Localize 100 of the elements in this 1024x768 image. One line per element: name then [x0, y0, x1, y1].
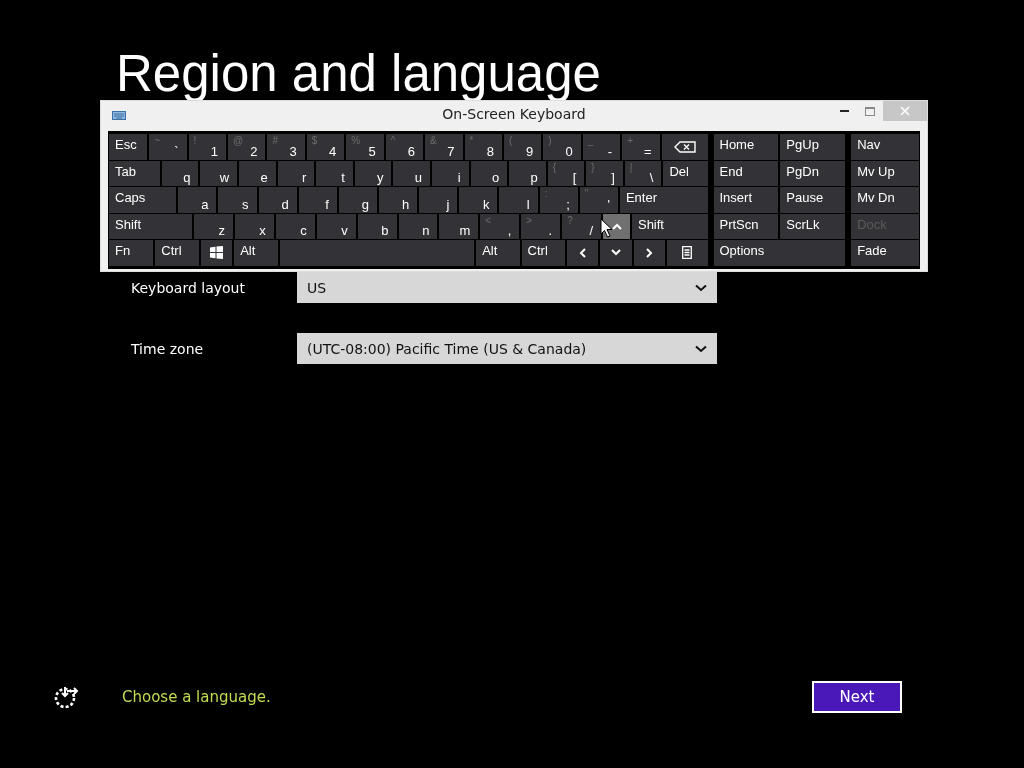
key[interactable]: ( 9 — [503, 134, 542, 160]
key[interactable]: t — [316, 160, 353, 186]
key[interactable]: : ; — [539, 187, 578, 213]
key[interactable] — [567, 240, 599, 266]
key[interactable]: End — [713, 160, 779, 186]
shift-symbol: ! — [193, 135, 197, 146]
key[interactable] — [600, 240, 632, 266]
shift-symbol: @ — [232, 135, 244, 146]
key[interactable]: Mv Dn — [851, 187, 919, 213]
key[interactable]: a — [178, 187, 217, 213]
key[interactable] — [667, 240, 708, 266]
shift-symbol: ^ — [390, 135, 396, 146]
key[interactable]: ) 0 — [543, 134, 581, 160]
dropdown[interactable]: US — [297, 272, 717, 303]
key[interactable]: Fn — [109, 240, 154, 266]
key[interactable]: Ctrl — [155, 240, 199, 266]
key[interactable]: ! 1 — [188, 134, 226, 160]
key[interactable]: u — [393, 160, 430, 186]
page-title: Region and language — [116, 46, 601, 103]
key[interactable]: Options — [713, 240, 846, 266]
key[interactable]: PgDn — [780, 160, 846, 186]
shift-symbol: } — [591, 161, 595, 173]
key[interactable]: { [ — [547, 160, 585, 186]
key[interactable]: ^ 6 — [385, 134, 424, 160]
key[interactable]: Pause — [780, 187, 846, 213]
key[interactable]: x — [234, 213, 274, 239]
key[interactable]: f — [298, 187, 337, 213]
key[interactable]: } ] — [586, 160, 623, 186]
keyboard-icon — [112, 110, 126, 120]
key[interactable]: > . — [521, 213, 561, 239]
key[interactable]: Fade — [851, 240, 919, 266]
key[interactable]: Del — [663, 160, 708, 186]
key[interactable]: y — [354, 160, 392, 186]
key[interactable]: Caps — [109, 187, 177, 213]
key[interactable]: Alt — [476, 240, 520, 266]
key[interactable]: Shift — [109, 213, 192, 239]
key[interactable]: ~ ` — [149, 134, 187, 160]
key[interactable]: j — [419, 187, 458, 213]
key[interactable]: Insert — [713, 187, 779, 213]
key[interactable]: e — [239, 160, 276, 186]
key[interactable]: c — [275, 213, 315, 239]
key[interactable]: * 8 — [464, 134, 502, 160]
shift-symbol: ( — [508, 135, 513, 146]
key[interactable]: d — [258, 187, 297, 213]
key[interactable]: ? / — [562, 213, 602, 239]
key[interactable]: s — [218, 187, 257, 213]
next-button[interactable]: Next — [812, 681, 902, 713]
key[interactable]: Mv Up — [851, 160, 919, 186]
key[interactable]: | \ — [624, 160, 662, 186]
key[interactable]: Home — [713, 134, 779, 160]
key[interactable]: q — [161, 160, 199, 186]
key[interactable]: Nav — [851, 134, 919, 160]
shift-symbol: ) — [548, 135, 552, 146]
key[interactable]: b — [357, 213, 397, 239]
key[interactable]: Alt — [234, 240, 278, 266]
key[interactable]: Ctrl — [521, 240, 565, 266]
minimize-icon — [839, 110, 849, 112]
key[interactable]: < , — [480, 213, 520, 239]
window-title: On-Screen Keyboard — [442, 106, 586, 122]
key[interactable]: m — [439, 213, 479, 239]
key[interactable]: v — [316, 213, 356, 239]
key[interactable]: n — [398, 213, 438, 239]
key[interactable]: & 7 — [425, 134, 463, 160]
dropdown[interactable]: (UTC-08:00) Pacific Time (US & Canada) — [297, 333, 717, 364]
key[interactable]: _ - — [582, 134, 621, 160]
key[interactable]: o — [470, 160, 508, 186]
key[interactable]: PrtScn — [713, 213, 779, 239]
key[interactable]: ScrLk — [780, 213, 846, 239]
key[interactable]: Shift — [631, 213, 708, 239]
key[interactable]: l — [499, 187, 538, 213]
shift-symbol: " — [584, 188, 589, 199]
accessibility-icon[interactable] — [53, 685, 79, 709]
key[interactable]: i — [431, 160, 469, 186]
status-message: Choose a language. — [122, 688, 271, 706]
key[interactable]: z — [194, 213, 233, 239]
shift-symbol: < — [485, 214, 492, 226]
key[interactable]: % 5 — [346, 134, 384, 160]
key[interactable]: $ 4 — [306, 134, 345, 160]
key[interactable]: " ' — [579, 187, 618, 213]
key[interactable]: g — [338, 187, 377, 213]
key[interactable]: w — [200, 160, 238, 186]
shift-symbol: & — [430, 135, 437, 146]
key[interactable]: Tab — [109, 160, 160, 186]
key[interactable]: h — [379, 187, 418, 213]
key[interactable]: r — [277, 160, 315, 186]
maximize-icon — [865, 106, 875, 116]
key[interactable]: # 3 — [267, 134, 305, 160]
key[interactable]: Esc — [109, 134, 148, 160]
key[interactable]: Enter — [619, 187, 708, 213]
key[interactable] — [661, 134, 708, 160]
shift-symbol: > — [526, 214, 533, 226]
key[interactable] — [633, 240, 666, 266]
key[interactable]: + = — [622, 134, 660, 160]
key[interactable]: PgUp — [780, 134, 846, 160]
key[interactable]: p — [509, 160, 546, 186]
shift-symbol: : — [544, 188, 548, 199]
key[interactable]: k — [459, 187, 498, 213]
menu-icon — [682, 246, 693, 260]
key[interactable]: @ 2 — [227, 134, 266, 160]
key[interactable] — [200, 240, 233, 266]
